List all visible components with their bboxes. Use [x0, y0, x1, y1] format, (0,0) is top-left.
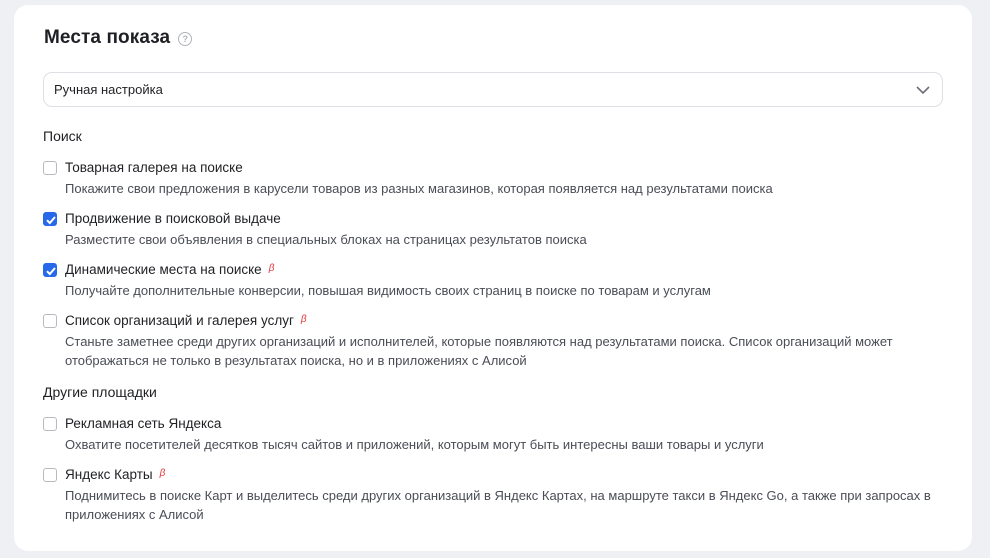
page-title: Места показа [44, 27, 171, 48]
section-title-other: Другие площадки [43, 384, 157, 400]
option-description: Поднимитесь в поиске Карт и выделитесь с… [65, 488, 931, 522]
option-label[interactable]: Товарная галерея на поиске [65, 160, 243, 175]
header: Места показа ? [44, 27, 193, 49]
option-label[interactable]: Продвижение в поисковой выдаче [65, 211, 281, 226]
option-description: Станьте заметнее среди других организаци… [65, 334, 893, 368]
checkbox-dynamic-places[interactable] [43, 263, 57, 277]
beta-badge: β [300, 314, 307, 325]
checkbox-org-list[interactable] [43, 314, 57, 328]
question-circle-icon[interactable]: ? [178, 32, 193, 46]
checkbox-yandex-ad-network[interactable] [43, 417, 57, 431]
option-label[interactable]: Динамические места на поиске β [65, 262, 274, 277]
chevron-down-icon [916, 86, 930, 95]
select-value: Ручная настройка [54, 82, 163, 97]
checkmark-icon [46, 267, 56, 276]
option-label[interactable]: Рекламная сеть Яндекса [65, 416, 221, 431]
section-title-search: Поиск [43, 128, 82, 144]
placements-card: Места показа ? Ручная настройка Поиск То… [14, 5, 972, 551]
option-label[interactable]: Яндекс Карты β [65, 467, 165, 482]
option-description: Покажите свои предложения в карусели тов… [65, 181, 773, 196]
checkmark-icon [46, 216, 56, 225]
option-description: Получайте дополнительные конверсии, повы… [65, 283, 711, 298]
checkbox-product-gallery[interactable] [43, 161, 57, 175]
placement-mode-select[interactable]: Ручная настройка [43, 72, 943, 107]
beta-badge: β [159, 468, 166, 479]
checkbox-yandex-maps[interactable] [43, 468, 57, 482]
option-label[interactable]: Список организаций и галерея услуг β [65, 313, 307, 328]
checkbox-search-promotion[interactable] [43, 212, 57, 226]
option-description: Охватите посетителей десятков тысяч сайт… [65, 437, 764, 452]
option-description: Разместите свои объявления в специальных… [65, 232, 587, 247]
beta-badge: β [268, 263, 275, 274]
